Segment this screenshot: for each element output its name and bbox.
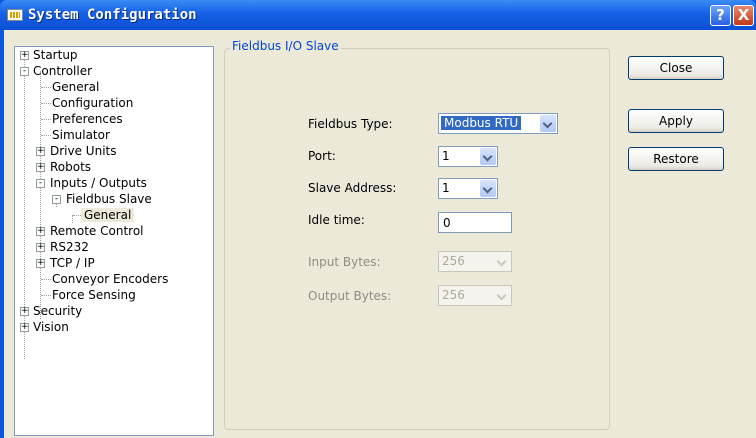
fieldbus-type-value: Modbus RTU <box>441 116 522 130</box>
fieldbus-group-box <box>224 48 610 430</box>
tree-line <box>72 215 73 223</box>
tree-item-label: Drive Units <box>50 144 117 158</box>
input-bytes-value: 256 <box>442 254 465 268</box>
collapse-icon[interactable]: - <box>52 195 61 204</box>
port-label: Port: <box>308 149 336 163</box>
input-bytes-label: Input Bytes: <box>308 255 381 269</box>
system-configuration-window: System Configuration ? X + Startup - Con… <box>0 0 756 438</box>
tree-item-force-sensing[interactable]: Force Sensing <box>52 287 136 303</box>
window-title: System Configuration <box>28 7 197 23</box>
tree-item-preferences[interactable]: Preferences <box>52 111 123 127</box>
tree-line <box>40 71 41 319</box>
tree-line <box>73 215 81 216</box>
settings-tree[interactable]: + Startup - Controller General Configura… <box>14 46 214 436</box>
tree-item-label: Security <box>33 304 83 318</box>
tree-item-label: Fieldbus Slave <box>66 192 152 206</box>
tree-line <box>41 103 51 104</box>
expand-icon[interactable]: + <box>36 147 45 156</box>
chevron-down-icon[interactable] <box>480 180 496 197</box>
tree-line <box>41 119 51 120</box>
output-bytes-select: 256 <box>438 285 512 306</box>
tree-item-label: Controller <box>33 64 93 78</box>
tree-item-simulator[interactable]: Simulator <box>52 127 110 143</box>
expand-icon[interactable]: + <box>20 307 29 316</box>
fieldbus-type-label: Fieldbus Type: <box>308 117 393 131</box>
fieldbus-type-select[interactable]: Modbus RTU <box>438 113 558 134</box>
idle-time-input[interactable]: 0 <box>438 212 512 233</box>
slave-address-label: Slave Address: <box>308 181 397 195</box>
expand-icon[interactable]: + <box>20 51 29 60</box>
collapse-icon[interactable]: - <box>20 67 29 76</box>
tree-item-label: RS232 <box>50 240 89 254</box>
tree-item-label: TCP / IP <box>50 256 95 270</box>
help-button[interactable]: ? <box>710 5 731 26</box>
port-value: 1 <box>442 149 450 163</box>
tree-item-label: Remote Control <box>50 224 144 238</box>
dialog-client-area: + Startup - Controller General Configura… <box>4 30 756 438</box>
tree-line <box>41 295 51 296</box>
tree-line <box>41 279 51 280</box>
tree-item-general-selected[interactable]: General <box>81 207 135 223</box>
output-bytes-label: Output Bytes: <box>308 289 392 303</box>
title-bar[interactable]: System Configuration ? X <box>0 0 756 30</box>
slave-address-select[interactable]: 1 <box>438 178 498 199</box>
idle-time-label: Idle time: <box>308 213 365 227</box>
tree-item-label: Startup <box>33 48 78 62</box>
chevron-down-icon <box>494 253 510 270</box>
port-select[interactable]: 1 <box>438 146 498 167</box>
expand-icon[interactable]: + <box>36 243 45 252</box>
slave-address-value: 1 <box>442 181 450 195</box>
apply-button[interactable]: Apply <box>628 109 724 133</box>
close-window-button[interactable]: X <box>733 5 754 26</box>
tree-item-general[interactable]: General <box>52 79 99 95</box>
tree-item-label: Inputs / Outputs <box>50 176 147 190</box>
tree-line <box>41 135 51 136</box>
output-bytes-value: 256 <box>442 288 465 302</box>
expand-icon[interactable]: + <box>20 323 29 332</box>
tree-item-conveyor-encoders[interactable]: Conveyor Encoders <box>52 271 168 287</box>
chevron-down-icon[interactable] <box>480 148 496 165</box>
group-title: Fieldbus I/O Slave <box>230 39 341 53</box>
close-button[interactable]: Close <box>628 56 724 80</box>
expand-icon[interactable]: + <box>36 163 45 172</box>
chevron-down-icon <box>494 287 510 304</box>
collapse-icon[interactable]: - <box>36 179 45 188</box>
restore-button[interactable]: Restore <box>628 147 724 171</box>
app-icon <box>7 9 23 21</box>
input-bytes-select: 256 <box>438 251 512 272</box>
chevron-down-icon[interactable] <box>540 115 556 132</box>
tree-item-label: Vision <box>33 320 69 334</box>
tree-item-label: Robots <box>50 160 92 174</box>
expand-icon[interactable]: + <box>36 259 45 268</box>
tree-item-configuration[interactable]: Configuration <box>52 95 133 111</box>
tree-line <box>41 87 51 88</box>
expand-icon[interactable]: + <box>36 227 45 236</box>
tree-item-label: General <box>81 208 135 222</box>
